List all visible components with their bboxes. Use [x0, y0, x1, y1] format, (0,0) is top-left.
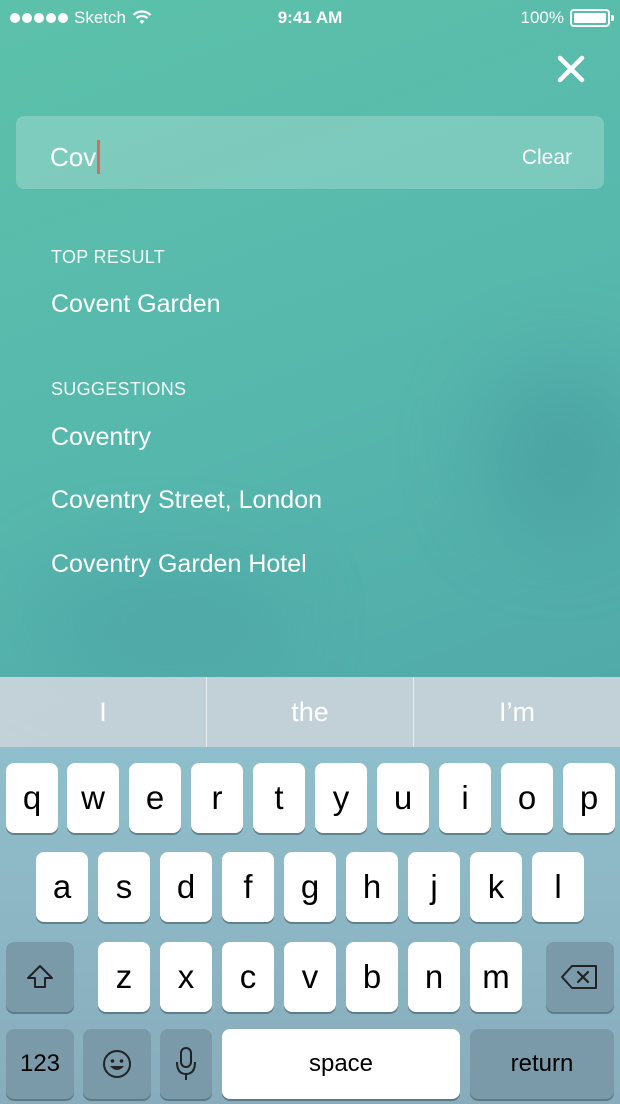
key-i[interactable]: i	[439, 763, 491, 833]
clear-button[interactable]: Clear	[522, 146, 572, 170]
status-right: 100%	[520, 8, 614, 28]
microphone-key[interactable]	[160, 1029, 212, 1099]
emoji-icon	[103, 1050, 131, 1078]
microphone-icon	[176, 1047, 196, 1080]
key-n[interactable]: n	[408, 942, 460, 1012]
key-j[interactable]: j	[408, 852, 460, 922]
key-q[interactable]: q	[6, 763, 58, 833]
search-text: Cov	[50, 141, 97, 172]
emoji-key[interactable]	[83, 1029, 151, 1099]
search-input[interactable]: Cov Clear	[16, 116, 604, 189]
key-m[interactable]: m	[470, 942, 522, 1012]
shift-icon	[27, 965, 53, 988]
key-d[interactable]: d	[160, 852, 212, 922]
key-p[interactable]: p	[563, 763, 615, 833]
key-h[interactable]: h	[346, 852, 398, 922]
key-v[interactable]: v	[284, 942, 336, 1012]
key-x[interactable]: x	[160, 942, 212, 1012]
key-z[interactable]: z	[98, 942, 150, 1012]
return-key[interactable]: return	[470, 1029, 614, 1099]
space-key[interactable]: space	[222, 1029, 460, 1099]
key-g[interactable]: g	[284, 852, 336, 922]
key-y[interactable]: y	[315, 763, 367, 833]
backspace-icon	[561, 965, 597, 989]
key-o[interactable]: o	[501, 763, 553, 833]
text-caret	[97, 140, 101, 174]
key-e[interactable]: e	[129, 763, 181, 833]
prediction-3[interactable]: I’m	[414, 677, 620, 747]
key-c[interactable]: c	[222, 942, 274, 1012]
key-u[interactable]: u	[377, 763, 429, 833]
suggestions-header: SUGGESTIONS	[51, 379, 187, 399]
key-f[interactable]: f	[222, 852, 274, 922]
numbers-key[interactable]: 123	[6, 1029, 74, 1099]
key-l[interactable]: l	[532, 852, 584, 922]
suggestion-item[interactable]: Coventry Street, London	[51, 486, 322, 515]
keyboard: q w e r t y u i o p a s d f g h j k l z …	[0, 747, 620, 1104]
key-k[interactable]: k	[470, 852, 522, 922]
key-w[interactable]: w	[67, 763, 119, 833]
key-t[interactable]: t	[253, 763, 305, 833]
shift-key[interactable]	[6, 942, 74, 1012]
predictive-bar: I the I’m	[0, 677, 620, 747]
prediction-1[interactable]: I	[0, 677, 206, 747]
top-result-item[interactable]: Covent Garden	[51, 290, 221, 319]
key-r[interactable]: r	[191, 763, 243, 833]
backspace-key[interactable]	[546, 942, 614, 1012]
key-b[interactable]: b	[346, 942, 398, 1012]
battery-percent: 100%	[520, 8, 564, 27]
suggestion-item[interactable]: Coventry Garden Hotel	[51, 550, 307, 579]
search-value: Cov	[50, 140, 101, 174]
close-icon[interactable]	[552, 50, 590, 88]
key-a[interactable]: a	[36, 852, 88, 922]
prediction-2[interactable]: the	[207, 677, 413, 747]
status-bar: Sketch 9:41 AM 100%	[0, 0, 620, 40]
suggestion-item[interactable]: Coventry	[51, 423, 151, 452]
top-result-header: TOP RESULT	[51, 247, 166, 267]
battery-icon	[570, 9, 614, 27]
key-s[interactable]: s	[98, 852, 150, 922]
